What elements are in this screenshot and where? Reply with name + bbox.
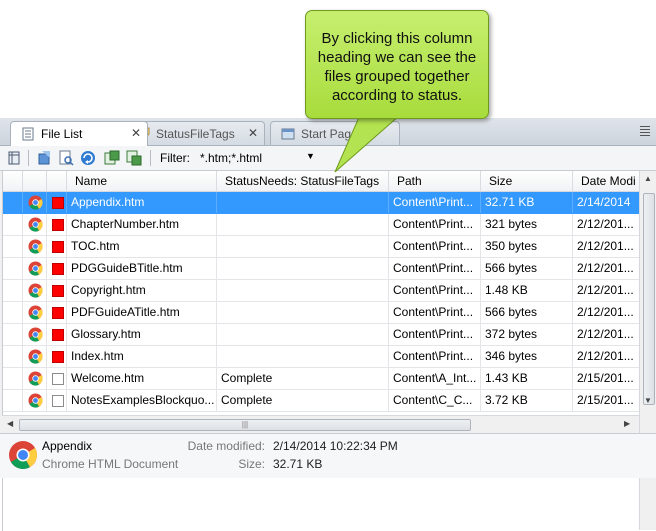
cell-name[interactable]: TOC.htm bbox=[67, 236, 217, 257]
cell-status[interactable] bbox=[217, 346, 389, 367]
date-modified-value: 2/14/2014 10:22:34 PM bbox=[273, 439, 398, 453]
cell-date[interactable]: 2/15/201... bbox=[573, 368, 640, 389]
cell-name[interactable]: PDGGuideBTitle.htm bbox=[67, 258, 217, 279]
chrome-icon bbox=[28, 305, 43, 320]
table-row[interactable]: Copyright.htm Content\Print... 1.48 KB 2/12… bbox=[3, 280, 640, 302]
cell-name[interactable]: Copyright.htm bbox=[67, 280, 217, 301]
callout-text: By clicking this column heading we can s… bbox=[317, 30, 477, 104]
horizontal-scroll-thumb[interactable]: ||| bbox=[19, 419, 471, 431]
status-flag-icon bbox=[52, 263, 64, 275]
table-row[interactable]: PDFGuideATitle.htm Content\Print... 566 by… bbox=[3, 302, 640, 324]
status-flag-icon bbox=[52, 219, 64, 231]
table-row[interactable]: Index.htm Content\Print... 346 bytes 2/12/2… bbox=[3, 346, 640, 368]
table-row[interactable]: Glossary.htm Content\Print... 372 bytes 2/1… bbox=[3, 324, 640, 346]
detail-file-type: Chrome HTML Document bbox=[42, 457, 179, 471]
chrome-icon bbox=[28, 261, 43, 276]
cell-name[interactable]: Welcome.htm bbox=[67, 368, 217, 389]
status-flag-icon bbox=[52, 307, 64, 319]
vertical-scroll-thumb[interactable] bbox=[643, 193, 655, 405]
cell-size[interactable]: 566 bytes bbox=[481, 258, 573, 279]
cell-size[interactable]: 1.43 KB bbox=[481, 368, 573, 389]
cell-name[interactable]: Glossary.htm bbox=[67, 324, 217, 345]
cell-name[interactable]: ChapterNumber.htm bbox=[67, 214, 217, 235]
cell-status[interactable] bbox=[217, 236, 389, 257]
callout-box: By clicking this column heading we can s… bbox=[305, 10, 489, 119]
status-flag-icon bbox=[52, 329, 64, 341]
cell-status[interactable]: Complete bbox=[217, 368, 389, 389]
chrome-icon bbox=[9, 441, 37, 469]
cell-status[interactable] bbox=[217, 280, 389, 301]
cell-path[interactable]: Content\Print... bbox=[389, 302, 481, 323]
cell-date[interactable]: 2/12/201... bbox=[573, 346, 640, 367]
status-flag-icon bbox=[52, 373, 64, 385]
table-row[interactable]: NotesExamplesBlockquo... Complete Content\… bbox=[3, 390, 640, 412]
chrome-icon bbox=[28, 239, 43, 254]
chrome-icon bbox=[28, 371, 43, 386]
chrome-icon bbox=[28, 217, 43, 232]
cell-name[interactable]: Index.htm bbox=[67, 346, 217, 367]
cell-path[interactable]: Content\A_Int... bbox=[389, 368, 481, 389]
cell-path[interactable]: Content\Print... bbox=[389, 280, 481, 301]
cell-status[interactable] bbox=[217, 324, 389, 345]
status-flag-icon bbox=[52, 395, 64, 407]
cell-size[interactable]: 321 bytes bbox=[481, 214, 573, 235]
detail-file-name: Appendix bbox=[42, 439, 93, 453]
cell-size[interactable]: 566 bytes bbox=[481, 302, 573, 323]
cell-path[interactable]: Content\Print... bbox=[389, 346, 481, 367]
chrome-icon bbox=[28, 327, 43, 342]
cell-name[interactable]: NotesExamplesBlockquo... bbox=[67, 390, 217, 411]
cell-date[interactable]: 2/12/201... bbox=[573, 302, 640, 323]
cell-size[interactable]: 350 bytes bbox=[481, 236, 573, 257]
chrome-icon bbox=[28, 283, 43, 298]
cell-date[interactable]: 2/12/201... bbox=[573, 324, 640, 345]
status-flag-icon bbox=[52, 241, 64, 253]
status-flag-icon bbox=[52, 351, 64, 363]
cell-path[interactable]: Content\Print... bbox=[389, 214, 481, 235]
cell-status[interactable] bbox=[217, 302, 389, 323]
cell-date[interactable]: 2/12/201... bbox=[573, 280, 640, 301]
cell-size[interactable]: 1.48 KB bbox=[481, 280, 573, 301]
chrome-icon bbox=[28, 349, 43, 364]
table-row[interactable]: ChapterNumber.htm Content\Print... 321 byt… bbox=[3, 214, 640, 236]
cell-path[interactable]: Content\C_C... bbox=[389, 390, 481, 411]
cell-name[interactable]: PDFGuideATitle.htm bbox=[67, 302, 217, 323]
cell-date[interactable]: 2/12/201... bbox=[573, 258, 640, 279]
cell-path[interactable]: Content\Print... bbox=[389, 258, 481, 279]
size-label: Size: bbox=[238, 457, 265, 471]
table-row[interactable]: Welcome.htm Complete Content\A_Int... 1.43 … bbox=[3, 368, 640, 390]
table-row[interactable]: PDGGuideBTitle.htm Content\Print... 566 by… bbox=[3, 258, 640, 280]
cell-path[interactable]: Content\Print... bbox=[389, 324, 481, 345]
details-pane: Appendix Chrome HTML Document Date modif… bbox=[0, 433, 656, 478]
cell-status[interactable] bbox=[217, 258, 389, 279]
cell-size[interactable]: 346 bytes bbox=[481, 346, 573, 367]
cell-date[interactable]: 2/15/201... bbox=[573, 390, 640, 411]
cell-status[interactable]: Complete bbox=[217, 390, 389, 411]
cell-status[interactable] bbox=[217, 214, 389, 235]
date-modified-label: Date modified: bbox=[187, 439, 265, 453]
status-flag-icon bbox=[52, 285, 64, 297]
cell-size[interactable]: 3.72 KB bbox=[481, 390, 573, 411]
cell-date[interactable]: 2/12/201... bbox=[573, 236, 640, 257]
chrome-icon bbox=[28, 393, 43, 408]
horizontal-scrollbar[interactable]: ◀ ||| ▶ bbox=[2, 415, 639, 433]
table-row[interactable]: TOC.htm Content\Print... 350 bytes 2/12/201… bbox=[3, 236, 640, 258]
cell-size[interactable]: 372 bytes bbox=[481, 324, 573, 345]
size-value: 32.71 KB bbox=[273, 457, 323, 471]
cell-path[interactable]: Content\Print... bbox=[389, 236, 481, 257]
cell-date[interactable]: 2/12/201... bbox=[573, 214, 640, 235]
